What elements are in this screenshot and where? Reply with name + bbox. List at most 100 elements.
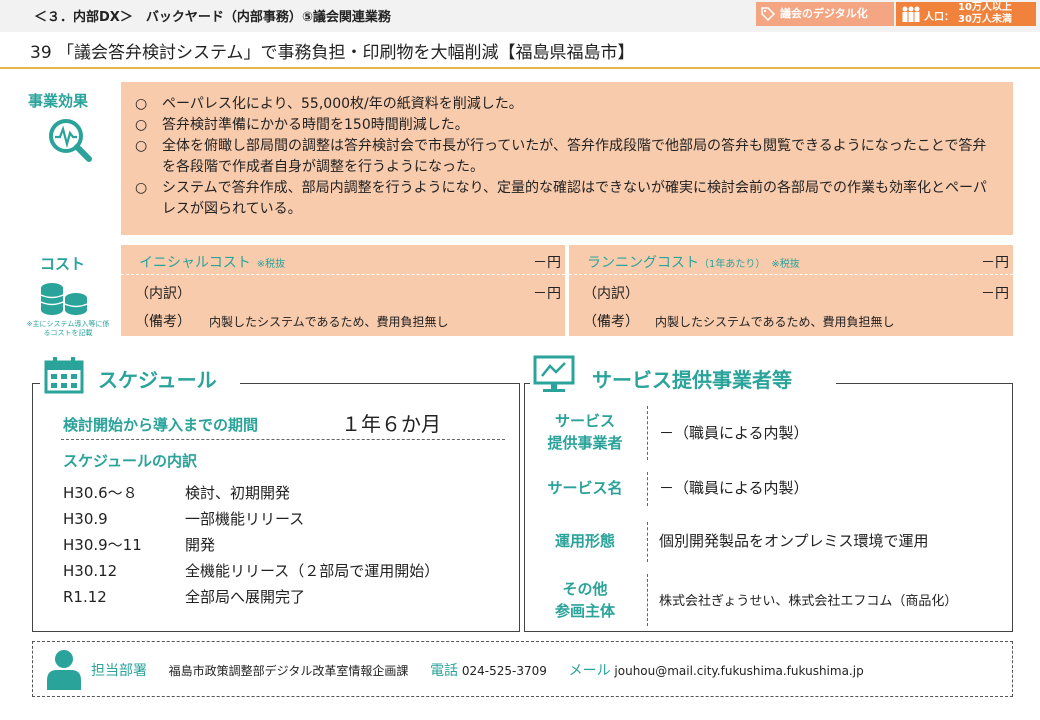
initial-cost-value: －円 [533, 255, 561, 271]
schedule-desc: 開発 [185, 536, 216, 554]
schedule-date: H30.6～８ [63, 484, 138, 502]
mail-label: メール [568, 663, 611, 679]
schedule-desc: 検討、初期開発 [185, 484, 291, 502]
schedule-date: R1.12 [63, 588, 107, 606]
initial-breakdown-value: －円 [533, 286, 561, 302]
effect-marker: ○ [135, 117, 148, 133]
initial-remarks-label: （備考） [135, 314, 191, 330]
dept-label: 担当部署 [91, 663, 147, 679]
running-cost-tax: ※税抜 [771, 259, 800, 270]
header-strip: ＜３．内部DX＞ バックヤード（内部事務）⑤議会関連業務 議会のデジタル化 人口… [0, 0, 1040, 32]
other-value: 株式会社ぎょうせい、株式会社エフコム（商品化） [659, 594, 958, 609]
effect-marker: ○ [135, 138, 148, 154]
schedule-date: H30.9～11 [63, 536, 142, 554]
effect-item: ○ ペーパレス化により、55,000枚/年の紙資料を削減した。 [135, 94, 999, 115]
initial-breakdown-label: （内訳） [135, 286, 191, 302]
schedule-row: H30.6～８ 検討、初期開発 [63, 480, 439, 506]
effect-text: 答弁検討準備にかかる時間を150時間削減した。 [162, 117, 469, 133]
schedule-date: H30.9 [63, 510, 108, 528]
effect-marker: ○ [135, 180, 148, 196]
running-cost-box: ランニングコスト（1年あたり） ※税抜 －円 （内訳） －円 （備考） 内製したシ… [569, 245, 1013, 336]
magnifier-chart-icon [49, 119, 92, 162]
initial-remarks: 内製したシステムであるため、費用負担無し [209, 315, 449, 329]
other-label-line1: その他 [562, 580, 608, 598]
vendor-row-other: その他 参画主体 株式会社ぎょうせい、株式会社エフコム（商品化） [525, 574, 1012, 626]
other-label-line2: 参画主体 [554, 602, 615, 620]
running-cost-value: －円 [981, 255, 1009, 271]
contact-box: 担当部署 福島市政策調整部デジタル改革室情報企画課 電話 024-525-370… [32, 641, 1013, 697]
person-icon [47, 650, 81, 690]
title-divider [0, 67, 1040, 69]
effect-item: ○ システムで答弁作成、部局内調整を行うようになり、定量的な確認はできないが確実に… [135, 178, 999, 220]
initial-cost-box: イニシャルコスト ※税抜 －円 （内訳） －円 （備考） 内製したシステムであるた… [121, 245, 565, 336]
other-label: その他 参画主体 [525, 578, 645, 622]
effect-item: ○ 全体を俯瞰し部局間の調整は答弁検討会で市長が行っていたが、答弁作成段階で他部局… [135, 136, 999, 178]
dept-value: 福島市政策調整部デジタル改革室情報企画課 [168, 664, 409, 678]
effect-text: ペーパレス化により、55,000枚/年の紙資料を削減した。 [162, 96, 523, 112]
schedule-panel: 検討開始から導入までの期間 １年６か月 スケジュールの内訳 H30.6～８ 検討、… [32, 383, 520, 632]
vendor-row-mode: 運用形態 個別開発製品をオンプレミス環境で運用 [525, 522, 1012, 562]
tag-digital: 議会のデジタル化 [756, 2, 894, 26]
coins-icon [40, 283, 88, 315]
vendor-panel: サービス 提供事業者 －（職員による内製） サービス名 －（職員による内製） 運… [524, 383, 1013, 632]
running-remarks-label: （備考） [583, 314, 639, 330]
tag-population: 人口： 10万人以上 30万人未満 [896, 2, 1036, 26]
running-cost-label: ランニングコスト [587, 255, 699, 271]
period-value: １年６か月 [341, 412, 441, 436]
effects-box: ○ ペーパレス化により、55,000枚/年の紙資料を削減した。 ○ 答弁検討準備にか… [121, 82, 1013, 235]
schedule-header: スケジュール [40, 357, 240, 394]
running-breakdown-value: －円 [981, 286, 1009, 302]
effect-text: 全体を俯瞰し部局間の調整は答弁検討会で市長が行っていたが、答弁作成段階で他部局の… [162, 138, 987, 175]
schedule-row: R1.12 全部局へ展開完了 [63, 584, 439, 610]
service-value: －（職員による内製） [659, 479, 809, 497]
effects-label: 事業効果 [28, 92, 89, 110]
initial-cost-header: イニシャルコスト ※税抜 －円 [121, 245, 565, 275]
initial-cost-label-wrap: イニシャルコスト ※税抜 [139, 252, 285, 272]
vendor-separator [647, 522, 648, 562]
mode-value: 個別開発製品をオンプレミス環境で運用 [659, 532, 929, 550]
tag-pop-line1: 10万人以上 [958, 2, 1012, 13]
vendor-title: サービス提供事業者等 [592, 368, 792, 392]
schedule-desc: 全機能リリース（２部局で運用開始） [185, 562, 440, 580]
vendor-separator [647, 472, 648, 506]
calendar-icon [44, 357, 84, 394]
category-label: ＜３．内部DX＞ バックヤード（内部事務）⑤議会関連業務 [34, 10, 391, 25]
tag-icon [761, 7, 776, 22]
cost-note: ※主にシステム導入等に係るコストを記載 [26, 320, 110, 337]
provider-label: サービス 提供事業者 [525, 410, 645, 454]
people-icon [902, 6, 920, 22]
effect-item: ○ 答弁検討準備にかかる時間を150時間削減した。 [135, 115, 999, 136]
schedule-row: H30.9～11 開発 [63, 532, 439, 558]
tag-pop-range: 10万人以上 30万人未満 [958, 2, 1012, 26]
provider-value: －（職員による内製） [659, 424, 809, 442]
tag-pop-line2: 30万人未満 [958, 14, 1012, 25]
schedule-desc: 一部機能リリース [185, 510, 305, 528]
page-title: 39 「議会答弁検討システム」で事務負担・印刷物を大幅削減【福島県福島市】 [30, 43, 635, 63]
running-cost-label-wrap: ランニングコスト（1年あたり） ※税抜 [587, 252, 800, 272]
initial-cost-label: イニシャルコスト [139, 255, 251, 271]
schedule-date: H30.12 [63, 562, 118, 580]
tag-pop-prefix: 人口： [924, 12, 954, 23]
phone-label: 電話 [430, 663, 459, 679]
initial-cost-tax: ※税抜 [256, 259, 286, 270]
monitor-icon [533, 355, 575, 392]
running-cost-period: （1年あたり） [699, 259, 766, 270]
provider-label-line2: 提供事業者 [547, 434, 623, 452]
service-label: サービス名 [547, 479, 623, 497]
phone-value: 024-525-3709 [461, 664, 547, 678]
vendor-row-provider: サービス 提供事業者 －（職員による内製） [525, 406, 1012, 460]
mode-label: 運用形態 [554, 532, 615, 550]
tag-digital-label: 議会のデジタル化 [780, 7, 868, 20]
contact-text: 担当部署 福島市政策調整部デジタル改革室情報企画課 電話 024-525-370… [91, 660, 864, 680]
running-remarks: 内製したシステムであるため、費用負担無し [655, 315, 895, 329]
schedule-desc: 全部局へ展開完了 [185, 588, 306, 606]
vendor-separator [647, 574, 648, 626]
period-divider [61, 439, 505, 440]
schedule-row: H30.9 一部機能リリース [63, 506, 439, 532]
running-cost-header: ランニングコスト（1年あたり） ※税抜 －円 [569, 245, 1013, 275]
schedule-row: H30.12 全機能リリース（２部局で運用開始） [63, 558, 439, 584]
cost-label: コスト [40, 255, 86, 273]
vendor-row-service: サービス名 －（職員による内製） [525, 472, 1012, 506]
mail-value[interactable]: jouhou@mail.city.fukushima.fukushima.jp [614, 664, 863, 678]
schedule-list: H30.6～８ 検討、初期開発 H30.9 一部機能リリース H30.9～11 開発 … [63, 480, 439, 610]
